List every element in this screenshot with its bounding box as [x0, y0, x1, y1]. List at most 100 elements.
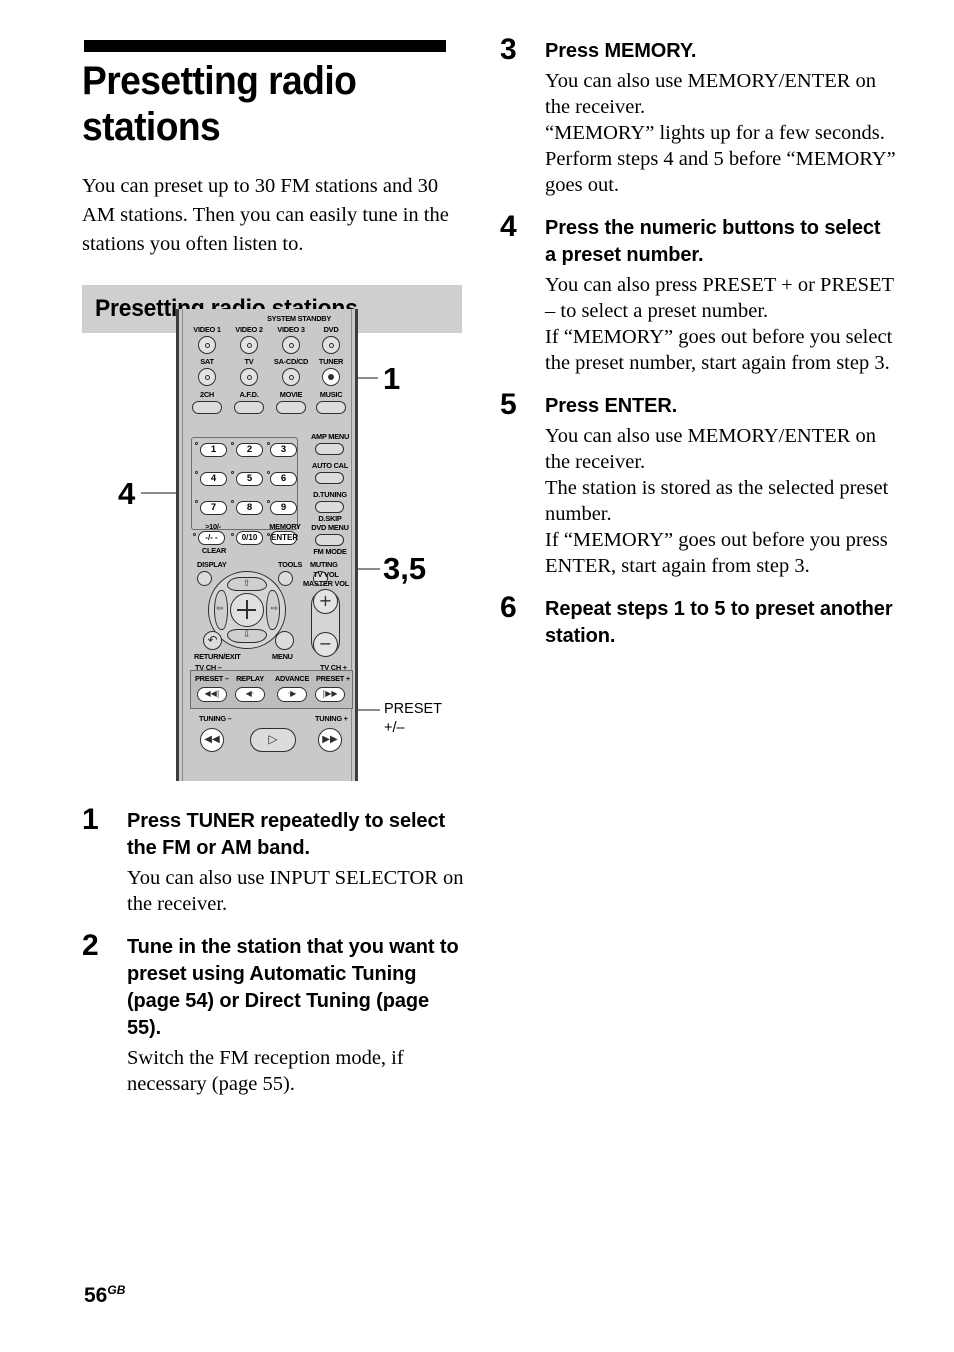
label-preset-minus: PRESET – — [195, 674, 229, 683]
arrow-down-icon: ⇩ — [243, 630, 251, 640]
button-play[interactable]: ▷ — [250, 728, 296, 752]
step-4-number: 4 — [500, 210, 517, 243]
step-1-title: Press TUNER repeatedly to select the FM … — [127, 810, 446, 859]
button-zero[interactable]: 0/10 — [236, 531, 263, 545]
button-return-exit[interactable]: ↶ — [203, 631, 222, 650]
button-num-1[interactable]: 1 — [200, 443, 227, 457]
step-5-number: 5 — [500, 388, 517, 421]
button-video-1[interactable] — [198, 336, 216, 354]
callout-number-memory-enter: 3,5 — [383, 551, 427, 586]
label-music: MUSIC — [319, 390, 343, 399]
button-sat[interactable] — [198, 368, 216, 386]
button-num-7[interactable]: 7 — [200, 501, 227, 515]
step-3: 3 Press MEMORY. You can also use MEMORY/… — [500, 34, 896, 198]
step-5-title: Press ENTER. — [545, 395, 678, 417]
button-2ch[interactable] — [192, 401, 222, 414]
button-num-9[interactable]: 9 — [270, 501, 297, 515]
button-memory-enter[interactable]: ENTER — [270, 531, 298, 545]
button-auto-cal[interactable] — [315, 472, 344, 484]
step-6-title: Repeat steps 1 to 5 to preset another st… — [545, 598, 893, 647]
page-footer: 56GB — [84, 1279, 125, 1307]
step-2: 2 Tune in the station that you want to p… — [82, 930, 464, 1097]
label-d-skip: D.SKIP — [318, 514, 342, 523]
button-tuning-plus[interactable]: ▶▶ — [318, 728, 342, 752]
step-5: 5 Press ENTER. You can also use MEMORY/E… — [500, 389, 896, 579]
button-video-2[interactable] — [240, 336, 258, 354]
label-sat: SAT — [200, 357, 214, 366]
callout-text-preset: PRESET +/– — [384, 701, 443, 736]
dpad-enter-button[interactable] — [230, 593, 264, 627]
label-muting: MUTING — [310, 560, 338, 569]
volume-rocker[interactable]: + − — [311, 589, 340, 657]
remote-control-face: SYSTEM STANDBY VIDEO 1 VIDEO 2 VIDEO 3 D… — [182, 309, 353, 781]
label-video-2: VIDEO 2 — [235, 325, 263, 334]
button-replay[interactable]: ◀· — [235, 687, 265, 702]
button-video-3[interactable] — [282, 336, 300, 354]
label-video-3: VIDEO 3 — [277, 325, 305, 334]
label-video-1: VIDEO 1 — [193, 325, 221, 334]
step-1-body: You can also use INPUT SELECTOR on the r… — [127, 867, 464, 915]
step-4-body: You can also press PRESET + or PRESET – … — [545, 274, 894, 374]
button-tv[interactable] — [240, 368, 258, 386]
button-num-2[interactable]: 2 — [236, 443, 263, 457]
label-master-vol: MASTER VOL — [303, 579, 349, 588]
button-amp-menu[interactable] — [315, 443, 344, 455]
button-tuner[interactable] — [322, 368, 340, 386]
step-1: 1 Press TUNER repeatedly to select the F… — [82, 804, 464, 917]
callout-number-tuner: 1 — [383, 361, 401, 396]
button-volume-down[interactable]: − — [313, 632, 338, 657]
button-num-5[interactable]: 5 — [236, 472, 263, 486]
button-sa-cd-cd[interactable] — [282, 368, 300, 386]
led-indicator — [231, 533, 235, 537]
step-6-number: 6 — [500, 591, 517, 624]
label-advance: ADVANCE — [274, 674, 310, 683]
left-steps-list: 1 Press TUNER repeatedly to select the F… — [82, 804, 464, 1114]
step-2-title: Tune in the station that you want to pre… — [127, 936, 459, 1039]
label-movie: MOVIE — [279, 390, 303, 399]
button-num-3[interactable]: 3 — [270, 443, 297, 457]
button-num-8[interactable]: 8 — [236, 501, 263, 515]
remote-control-figure: 1 4 3,5 PRESET +/– SYSTEM STANDBY VIDEO … — [82, 300, 464, 800]
label-2ch: 2CH — [199, 390, 215, 399]
button-advance[interactable]: ·▶ — [277, 687, 307, 702]
button-volume-up[interactable]: + — [313, 589, 338, 614]
label-sa-cd-cd: SA-CD/CD — [273, 357, 309, 366]
button-dvd[interactable] — [322, 336, 340, 354]
remote-control-body: SYSTEM STANDBY VIDEO 1 VIDEO 2 VIDEO 3 D… — [176, 309, 358, 781]
button-movie[interactable] — [276, 401, 306, 414]
arrow-up-icon: ⇧ — [243, 579, 251, 589]
step-2-number: 2 — [82, 929, 99, 962]
led-indicator — [193, 533, 197, 537]
right-steps-list: 3 Press MEMORY. You can also use MEMORY/… — [500, 34, 896, 667]
step-3-title: Press MEMORY. — [545, 40, 697, 62]
label-tuning-minus: TUNING – — [199, 714, 232, 723]
button-music[interactable] — [316, 401, 346, 414]
step-5-body: You can also use MEMORY/ENTER on the rec… — [545, 425, 889, 577]
system-standby-label: SYSTEM STANDBY — [266, 314, 332, 323]
label-tools: TOOLS — [278, 560, 303, 569]
label-clear-top: >10/- — [205, 522, 221, 531]
button-d-tuning[interactable] — [315, 501, 344, 513]
step-4: 4 Press the numeric buttons to select a … — [500, 211, 896, 376]
button-num-4[interactable]: 4 — [200, 472, 227, 486]
button-tuning-minus[interactable]: ◀◀ — [200, 728, 224, 752]
button-menu[interactable] — [275, 631, 294, 650]
label-menu: MENU — [272, 652, 293, 661]
button-preset-plus[interactable]: |▶▶ — [315, 687, 345, 702]
button-num-6[interactable]: 6 — [270, 472, 297, 486]
chapter-rule — [84, 40, 446, 52]
callout-number-keypad: 4 — [118, 476, 136, 511]
button-preset-minus[interactable]: ◀◀| — [197, 687, 227, 702]
arrow-left-icon: ⇦ — [216, 604, 224, 614]
step-3-number: 3 — [500, 33, 517, 66]
intro-paragraph: You can preset up to 30 FM stations and … — [82, 175, 449, 255]
label-clear-bottom: CLEAR — [201, 546, 227, 555]
label-memory: MEMORY — [269, 522, 301, 531]
step-4-title: Press the numeric buttons to select a pr… — [545, 217, 881, 266]
label-tuner: TUNER — [318, 357, 344, 366]
page-title: Presetting radio stations — [82, 59, 357, 149]
button-clear[interactable]: -/- - — [198, 531, 225, 545]
button-afd[interactable] — [234, 401, 264, 414]
label-auto-cal: AUTO CAL — [311, 461, 349, 470]
button-dvd-menu[interactable] — [315, 534, 344, 546]
